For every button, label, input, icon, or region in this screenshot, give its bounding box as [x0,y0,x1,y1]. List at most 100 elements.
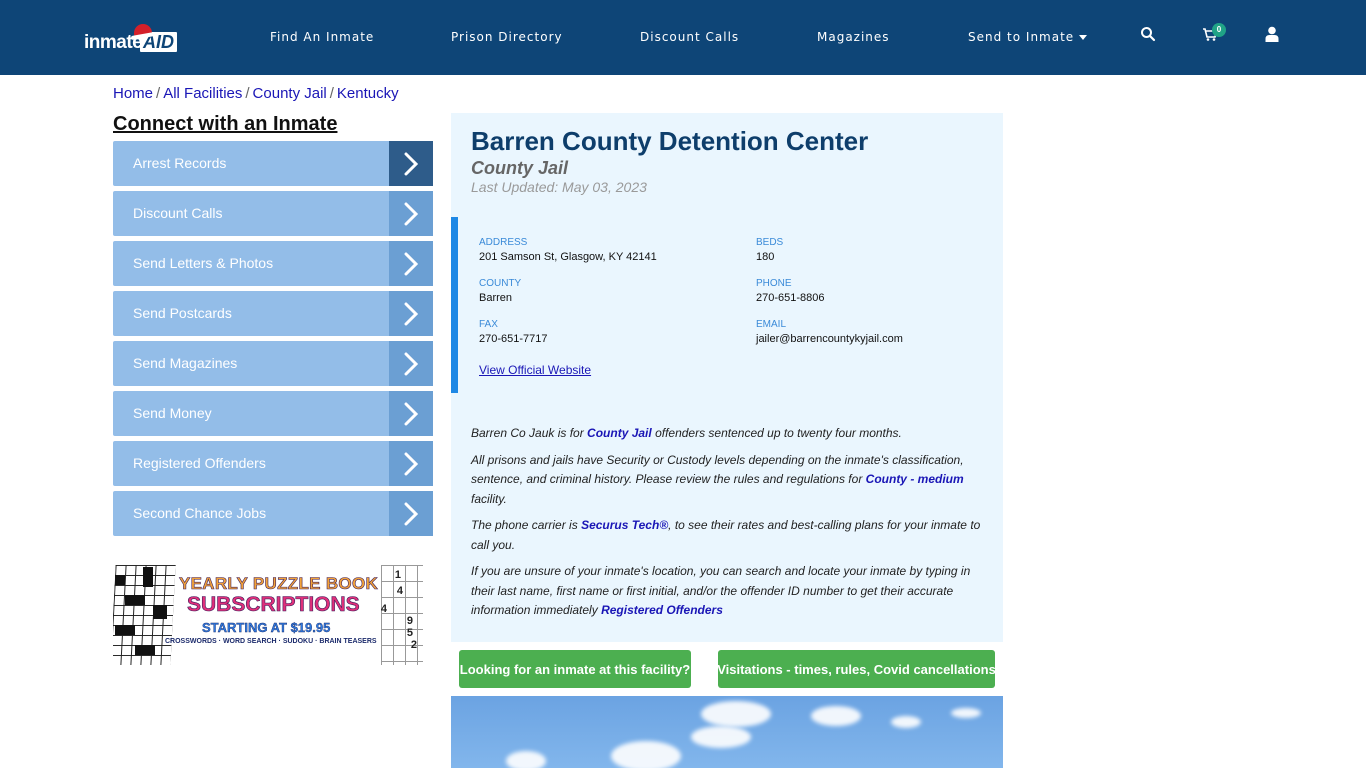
county-value: Barren [479,292,513,304]
breadcrumb-home[interactable]: Home [113,85,153,102]
sidebar-item-send-postcards[interactable]: Send Postcards [113,291,433,336]
description-text: The phone carrier is [471,518,582,532]
description-paragraph: If you are unsure of your inmate's locat… [471,562,986,621]
sidebar-item-label: Send Letters & Photos [133,255,274,271]
caret-down-icon [1079,35,1088,40]
beds-label: BEDS [756,237,784,248]
facility-card: Barren County Detention Center County Ja… [451,113,1003,642]
view-official-website-link[interactable]: View Official Website [479,363,591,377]
description-text: Barren Co Jauk is for [471,426,588,440]
chevron-right-icon [389,491,433,536]
top-navbar: inmate AID Find An Inmate Prison Directo… [0,0,1366,75]
sidebar-item-label: Discount Calls [133,205,223,221]
chevron-right-icon [389,291,433,336]
ad-headline: YEARLY PUZZLE BOOK [179,574,379,594]
email-field: EMAIL jailer@barrencountykyjail.com [756,319,903,345]
fax-label: FAX [479,319,498,330]
cart-count-badge: 0 [1212,23,1226,37]
nav-send-to-inmate[interactable]: Send to Inmate [968,30,1088,44]
breadcrumb-separator: / [156,85,161,102]
cloud-shape [691,726,751,748]
sudoku-digit: 2 [410,639,417,651]
county-jail-link[interactable]: County Jail [587,426,652,440]
chevron-right-icon [389,441,433,486]
chevron-right-icon [389,241,433,286]
find-inmate-at-facility-button[interactable]: Looking for an inmate at this facility? [459,650,691,688]
facility-description: Barren Co Jauk is for County Jail offend… [471,424,986,628]
email-value[interactable]: jailer@barrencountykyjail.com [756,333,903,345]
nav-find-an-inmate[interactable]: Find An Inmate [270,30,374,44]
fax-field: FAX 270-651-7717 [479,319,548,345]
sidebar-item-arrest-records[interactable]: Arrest Records [113,141,433,186]
sidebar-item-label: Registered Offenders [133,455,266,471]
sidebar-item-second-chance-jobs[interactable]: Second Chance Jobs [113,491,433,536]
crossword-block [153,605,167,619]
last-updated: Last Updated: May 03, 2023 [471,179,647,195]
chevron-right-icon [389,141,433,186]
description-paragraph: Barren Co Jauk is for County Jail offend… [471,424,986,444]
securus-tech-link[interactable]: Securus Tech® [581,518,668,532]
visitations-button[interactable]: Visitations - times, rules, Covid cancel… [717,650,996,688]
sidebar-menu: Arrest Records Discount Calls Send Lette… [113,141,433,541]
county-medium-link[interactable]: County - medium [866,472,964,486]
sidebar-item-send-magazines[interactable]: Send Magazines [113,341,433,386]
user-icon[interactable] [1265,26,1285,46]
address-value: 201 Samson St, Glasgow, KY 42141 [479,251,657,263]
chevron-right-icon [389,341,433,386]
search-icon[interactable] [1140,26,1160,46]
crossword-block [135,645,155,655]
nav-discount-calls[interactable]: Discount Calls [640,30,739,44]
facility-info-box: ADDRESS 201 Samson St, Glasgow, KY 42141… [451,217,1003,393]
address-field: ADDRESS 201 Samson St, Glasgow, KY 42141 [479,237,657,263]
nav-magazines[interactable]: Magazines [817,30,890,44]
crossword-block [125,595,145,605]
sidebar-item-send-money[interactable]: Send Money [113,391,433,436]
description-paragraph: All prisons and jails have Security or C… [471,451,986,510]
phone-label: PHONE [756,278,792,289]
sudoku-digit: 5 [406,627,413,639]
cloud-shape [611,741,681,768]
sudoku-digit: 1 [394,569,401,581]
county-label: COUNTY [479,278,522,289]
chevron-right-icon [389,391,433,436]
sidebar-item-discount-calls[interactable]: Discount Calls [113,191,433,236]
phone-value[interactable]: 270-651-8806 [756,292,825,304]
sidebar-item-label: Send Magazines [133,355,238,371]
sidebar-item-send-letters-photos[interactable]: Send Letters & Photos [113,241,433,286]
crossword-block [115,575,125,585]
breadcrumb-county-jail[interactable]: County Jail [253,85,327,102]
cloud-shape [891,716,921,728]
sidebar-item-label: Send Money [133,405,212,421]
chevron-right-icon [389,191,433,236]
puzzle-book-ad-banner[interactable]: 1 4 4 9 5 2 YEARLY PUZZLE BOOK SUBSCRIPT… [113,565,423,665]
fax-value: 270-651-7717 [479,333,548,345]
registered-offenders-link[interactable]: Registered Offenders [601,603,723,617]
beds-field: BEDS 180 [756,237,783,263]
sidebar-item-registered-offenders[interactable]: Registered Offenders [113,441,433,486]
nav-prison-directory[interactable]: Prison Directory [451,30,563,44]
sudoku-digit: 9 [406,615,413,627]
facility-image [451,696,1003,768]
cloud-shape [811,706,861,726]
description-paragraph: The phone carrier is Securus Tech®, to s… [471,516,986,555]
breadcrumb-kentucky[interactable]: Kentucky [337,85,399,102]
crossword-block [143,567,153,587]
email-label: EMAIL [756,319,787,330]
facility-type: County Jail [471,158,569,178]
inmateaid-logo[interactable]: inmate AID [84,24,184,56]
cloud-shape [951,708,981,718]
cloud-shape [506,751,546,768]
sidebar-item-label: Send Postcards [133,305,232,321]
breadcrumb: Home / All Facilities / County Jail / Kentucky [113,85,399,102]
cloud-shape [701,701,771,727]
address-label: ADDRESS [479,237,528,248]
beds-value: 180 [756,251,775,263]
crossword-block [115,625,135,635]
phone-field: PHONE 270-651-8806 [756,278,825,304]
sidebar-item-label: Arrest Records [133,155,227,171]
sidebar-title: Connect with an Inmate [113,113,338,135]
breadcrumb-separator: / [245,85,250,102]
nav-send-to-inmate-label: Send to Inmate [968,30,1075,44]
ad-price: STARTING AT $19.95 [202,620,331,635]
breadcrumb-all-facilities[interactable]: All Facilities [163,85,242,102]
